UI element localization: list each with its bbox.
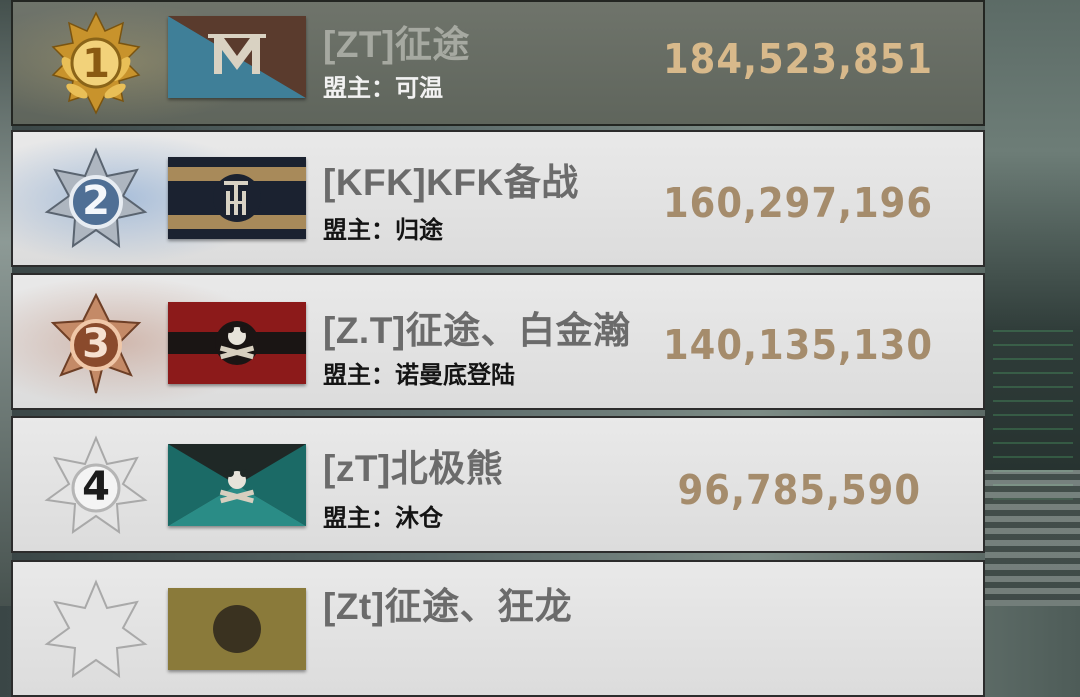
olive-emblem-flag-icon [168, 588, 306, 670]
striped-th-emblem-flag-icon [168, 157, 306, 239]
alliance-score: 160,297,196 [662, 179, 933, 227]
alliance-name: [ZT]征途 [323, 24, 470, 65]
bronze-star-rank-badge-icon: 3 [41, 289, 151, 399]
silver-star-rank-badge-icon: 2 [41, 146, 151, 256]
white-star-rank-badge-icon [41, 576, 151, 686]
alliance-leader: 盟主：归途 [323, 217, 443, 244]
gold-laurel-rank-badge-icon: 1 [41, 9, 151, 119]
rank-number: 3 [82, 321, 110, 367]
ranking-row-5[interactable]: [Zt]征途、狂龙 [11, 560, 985, 697]
alliance-score: 140,135,130 [662, 321, 933, 369]
alliance-ranking-list[interactable]: 1 [ZT]征途 盟主：可温 184,523,851 2 [KFK]KFK备战 … [0, 0, 1080, 697]
ranking-row-2[interactable]: 2 [KFK]KFK备战 盟主：归途 160,297,196 [11, 130, 985, 267]
ranking-row-4[interactable]: 4 [zT]北极熊 盟主：沐仓 96,785,590 [11, 416, 985, 553]
rank-number: 1 [82, 41, 110, 87]
white-star-rank-badge-icon: 4 [41, 432, 151, 542]
red-panda-emblem-flag-icon [168, 302, 306, 384]
teal-panda-emblem-flag-icon [168, 444, 306, 526]
rank-number: 2 [82, 178, 110, 224]
blue-brown-m-emblem-flag-icon [168, 16, 306, 98]
alliance-leader: 盟主：诺曼底登陆 [323, 362, 515, 389]
alliance-name: [KFK]KFK备战 [323, 162, 579, 203]
ranking-row-3[interactable]: 3 [Z.T]征途、白金瀚 盟主：诺曼底登陆 140,135,130 [11, 273, 985, 410]
alliance-score: 184,523,851 [662, 35, 933, 83]
alliance-leader: 盟主：沐仓 [323, 505, 443, 532]
rank-number: 4 [82, 464, 110, 510]
alliance-leader: 盟主：可温 [323, 75, 443, 102]
alliance-name: [Zt]征途、狂龙 [323, 586, 573, 627]
ranking-row-1[interactable]: 1 [ZT]征途 盟主：可温 184,523,851 [11, 0, 985, 126]
alliance-name: [Z.T]征途、白金瀚 [323, 310, 631, 351]
alliance-score: 96,785,590 [677, 466, 921, 514]
alliance-name: [zT]北极熊 [323, 448, 504, 489]
